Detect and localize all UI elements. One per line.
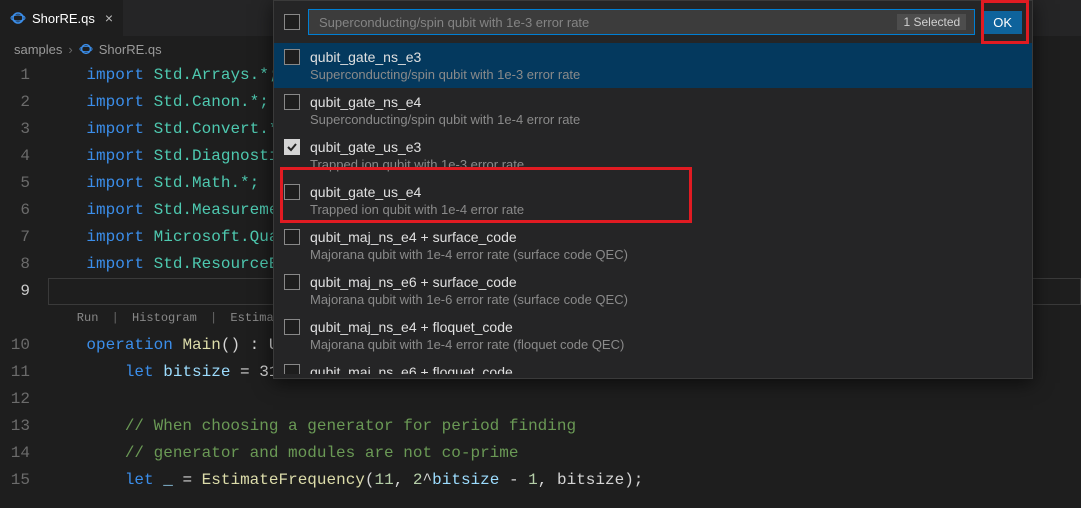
item-checkbox[interactable] (284, 49, 300, 65)
quick-pick-item[interactable]: qubit_gate_ns_e3 Superconducting/spin qub… (274, 43, 1032, 88)
item-description: Majorana qubit with 1e-6 error rate (sur… (310, 292, 628, 307)
item-description: Majorana qubit with 1e-4 error rate (flo… (310, 337, 624, 352)
quick-pick-item[interactable]: qubit_gate_us_e4 Trapped ion qubit with 1… (274, 178, 1032, 223)
tab-filename: ShorRE.qs (32, 11, 95, 26)
item-label: qubit_gate_ns_e4 (310, 94, 580, 110)
quick-pick-item[interactable]: qubit_maj_ns_e4 + floquet_code Majorana q… (274, 313, 1032, 358)
selected-count-badge: 1 Selected (897, 14, 966, 30)
quick-pick-input[interactable] (317, 14, 897, 31)
breadcrumb-file[interactable]: ShorRE.qs (99, 42, 162, 57)
item-description: Trapped ion qubit with 1e-3 error rate (310, 157, 524, 172)
item-label: qubit_maj_ns_e4 + surface_code (310, 229, 628, 245)
item-label: qubit_gate_us_e4 (310, 184, 524, 200)
item-checkbox[interactable] (284, 319, 300, 335)
item-description: Trapped ion qubit with 1e-4 error rate (310, 202, 524, 217)
breadcrumb-folder[interactable]: samples (14, 42, 62, 57)
item-checkbox[interactable] (284, 229, 300, 245)
quick-pick-panel: 1 Selected OK qubit_gate_ns_e3 Supercondu… (273, 0, 1033, 379)
line-number-gutter: 123456789101112131415 (0, 62, 48, 494)
item-description: Superconducting/spin qubit with 1e-4 err… (310, 112, 580, 127)
quick-pick-header: 1 Selected OK (274, 1, 1032, 43)
tab-shorre[interactable]: ShorRE.qs × (0, 0, 123, 36)
item-checkbox[interactable] (284, 139, 300, 155)
quick-pick-item[interactable]: qubit_gate_ns_e4 Superconducting/spin qub… (274, 88, 1032, 133)
item-checkbox[interactable] (284, 184, 300, 200)
ok-button[interactable]: OK (983, 11, 1022, 34)
quick-pick-item[interactable]: qubit_maj_ns_e6 + floquet_code (274, 358, 1032, 374)
item-checkbox[interactable] (284, 274, 300, 290)
qsharp-file-icon (10, 10, 26, 26)
item-description: Majorana qubit with 1e-4 error rate (sur… (310, 247, 628, 262)
item-description: Superconducting/spin qubit with 1e-3 err… (310, 67, 580, 82)
chevron-right-icon: › (68, 42, 72, 57)
item-label: qubit_gate_ns_e3 (310, 49, 580, 65)
qsharp-file-icon (79, 42, 93, 56)
select-all-checkbox[interactable] (284, 14, 300, 30)
item-label: qubit_maj_ns_e6 + surface_code (310, 274, 628, 290)
item-checkbox[interactable] (284, 94, 300, 110)
quick-pick-item[interactable]: qubit_gate_us_e3 Trapped ion qubit with 1… (274, 133, 1032, 178)
quick-pick-item[interactable]: qubit_maj_ns_e6 + surface_code Majorana q… (274, 268, 1032, 313)
item-label: qubit_gate_us_e3 (310, 139, 524, 155)
item-label: qubit_maj_ns_e6 + floquet_code (310, 364, 513, 374)
quick-pick-list: qubit_gate_ns_e3 Superconducting/spin qub… (274, 43, 1032, 374)
item-label: qubit_maj_ns_e4 + floquet_code (310, 319, 624, 335)
item-checkbox[interactable] (284, 364, 300, 374)
close-icon[interactable]: × (105, 10, 113, 26)
quick-pick-item[interactable]: qubit_maj_ns_e4 + surface_code Majorana q… (274, 223, 1032, 268)
quick-pick-input-wrap: 1 Selected (308, 9, 975, 35)
